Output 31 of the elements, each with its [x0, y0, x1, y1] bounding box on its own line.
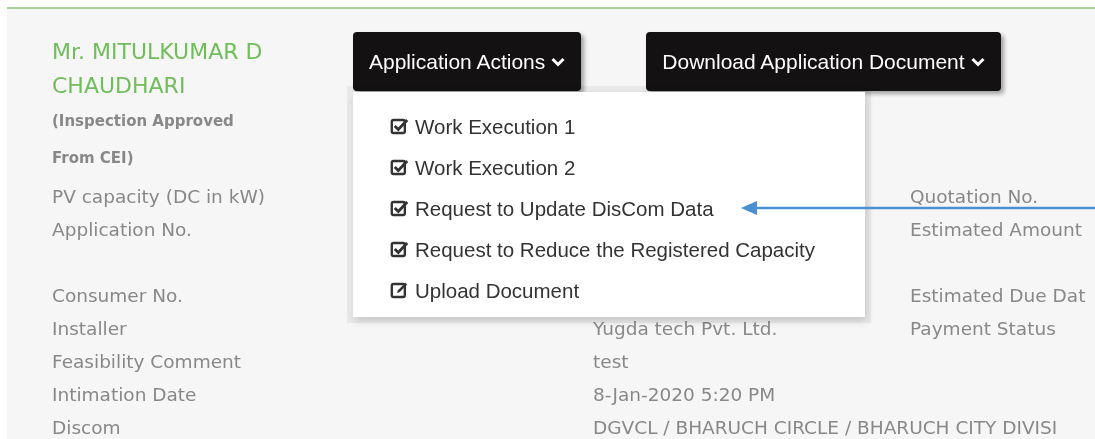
application-status: (Inspection Approved From CEI) — [52, 111, 235, 169]
field-label: Estimated Due Dat — [910, 285, 1086, 306]
checkbox-icon — [390, 199, 409, 218]
field-label: Discom — [52, 417, 121, 438]
field-label: Application No. — [52, 219, 192, 240]
menu-item[interactable]: Upload Document — [390, 270, 580, 311]
field-value: DGVCL / BHARUCH CIRCLE / BHARUCH CITY DIVISI — [593, 417, 1058, 438]
edit-icon — [390, 281, 409, 300]
dropdown-button[interactable]: Application Actions — [353, 32, 582, 91]
checkbox-icon — [390, 240, 409, 259]
field-value: 8-Jan-2020 5:20 PM — [593, 384, 776, 405]
chevron-down-icon — [551, 56, 566, 67]
menu-item[interactable]: Work Execution 1 — [390, 106, 576, 147]
field-label: PV capacity (DC in kW) — [52, 186, 265, 207]
checkbox-icon — [390, 158, 409, 177]
menu-item[interactable]: Work Execution 2 — [390, 147, 576, 188]
menu-item[interactable]: Request to Update DisCom Data — [390, 188, 714, 229]
checkbox-icon — [390, 117, 409, 136]
field-value: Yugda tech Pvt. Ltd. — [593, 318, 778, 339]
field-label: Consumer No. — [52, 285, 183, 306]
applicant-name: Mr. MITULKUMAR D CHAUDHARI — [52, 38, 264, 100]
menu-item[interactable]: Request to Reduce the Registered Capacity — [390, 229, 815, 270]
field-label: Feasibility Comment — [52, 351, 241, 372]
field-value: test — [593, 351, 629, 372]
field-label: Quotation No. — [910, 186, 1039, 207]
field-label: Estimated Amount — [910, 219, 1083, 240]
chevron-down-icon — [970, 56, 985, 67]
dropdown-button[interactable]: Download Application Document — [646, 32, 1001, 91]
field-label: Intimation Date — [52, 384, 197, 405]
field-label: Installer — [52, 318, 127, 339]
field-label: Payment Status — [910, 318, 1056, 339]
